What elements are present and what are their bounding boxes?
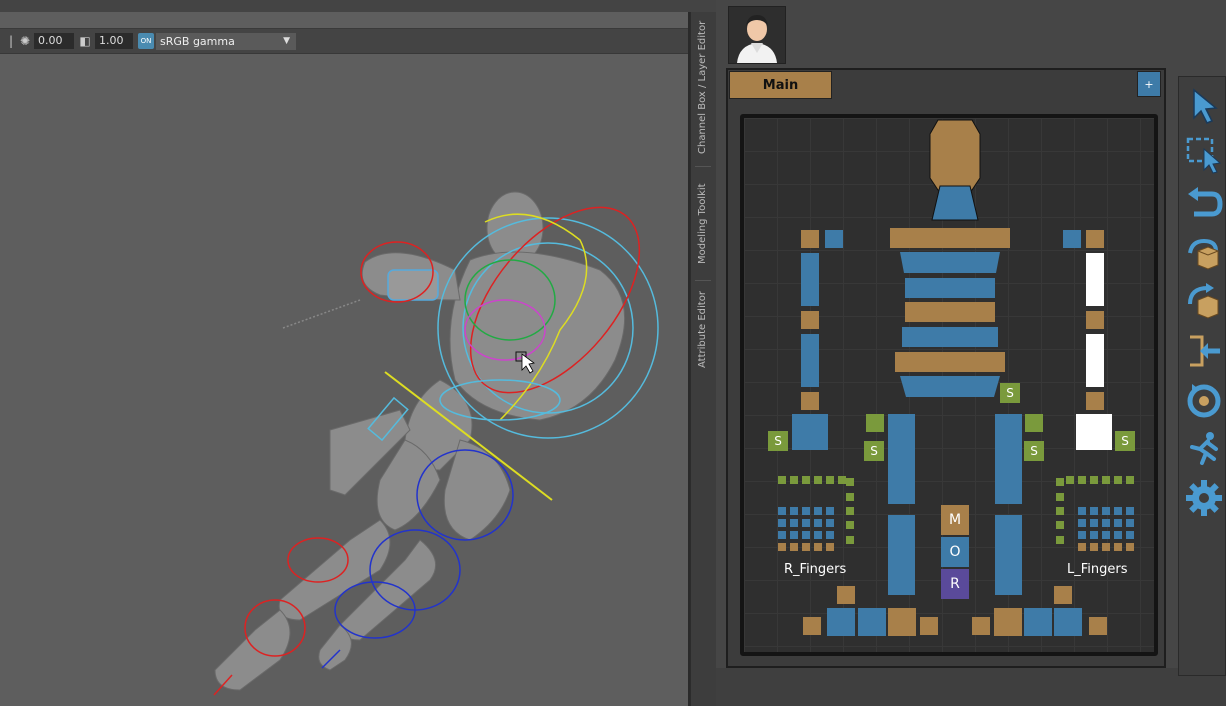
l-wrist-control[interactable]: [1086, 392, 1104, 410]
spine-control-1[interactable]: [898, 252, 1002, 274]
tab-separator: [695, 280, 711, 281]
neck-control: [931, 185, 979, 221]
mirror-button[interactable]: M: [941, 505, 969, 535]
r-hip-control[interactable]: [866, 414, 884, 432]
r-clavicle-control[interactable]: [801, 230, 819, 248]
r-toe-tip-control[interactable]: [920, 617, 938, 635]
tab-separator: [695, 166, 711, 167]
chevron-down-icon: ▼: [283, 36, 290, 46]
reset-button[interactable]: R: [941, 569, 969, 599]
r-ball-control[interactable]: [858, 608, 886, 636]
head-control: [929, 119, 981, 191]
avatar: [729, 7, 785, 63]
spine-switch-s[interactable]: S: [1000, 383, 1020, 403]
r-shoulder-ik-control[interactable]: [825, 230, 843, 248]
3d-viewport[interactable]: [0, 0, 690, 706]
chest-control[interactable]: [890, 228, 1010, 248]
l-hip-control[interactable]: [1025, 414, 1043, 432]
color-space-value: sRGB gamma: [160, 35, 235, 48]
character-avatar-button[interactable]: [728, 6, 786, 64]
spine-control-3[interactable]: [905, 302, 995, 322]
r-wrist-control[interactable]: [801, 392, 819, 410]
gamma-icon[interactable]: ◧: [78, 34, 92, 48]
r-upperarm-control[interactable]: [801, 253, 819, 306]
l-toe-tip-control[interactable]: [972, 617, 990, 635]
toolbar-separator-icon: |: [8, 34, 14, 48]
l-fingers-label: L_Fingers: [1067, 562, 1128, 577]
r-forearm-control[interactable]: [801, 334, 819, 387]
l-arm-switch-s[interactable]: S: [1115, 431, 1135, 451]
l-elbow-control[interactable]: [1086, 311, 1104, 329]
spine-control-2[interactable]: [905, 278, 995, 298]
tab-channel-box[interactable]: Channel Box / Layer Editor: [691, 14, 715, 160]
root-control[interactable]: [900, 376, 1000, 398]
save-pose-icon[interactable]: [1184, 282, 1224, 322]
tab-main[interactable]: Main: [729, 71, 832, 99]
exposure-field[interactable]: 0.00: [34, 33, 74, 49]
head-neck-controls: [929, 119, 981, 221]
tab-modeling-toolkit[interactable]: Modeling Toolkit: [691, 174, 715, 274]
animation-icon[interactable]: [1184, 429, 1224, 469]
add-tab-button[interactable]: +: [1137, 71, 1161, 97]
l-foot-roll-control[interactable]: [1054, 586, 1072, 604]
l-clavicle-control[interactable]: [1086, 230, 1104, 248]
l-shoulder-ik-control[interactable]: [1063, 230, 1081, 248]
r-toe-control[interactable]: [888, 608, 916, 636]
l-hand-control[interactable]: [1076, 414, 1112, 450]
orient-button[interactable]: O: [941, 537, 969, 567]
r-elbow-control[interactable]: [801, 311, 819, 329]
l-ball-control[interactable]: [1024, 608, 1052, 636]
color-management-toggle[interactable]: ON: [138, 33, 154, 49]
viewport-panel-header: [0, 0, 690, 12]
r-foot-control[interactable]: [827, 608, 855, 636]
l-foot-control[interactable]: [1054, 608, 1082, 636]
marquee-select-icon[interactable]: [1184, 135, 1224, 175]
r-foot-roll-control[interactable]: [837, 586, 855, 604]
l-upperarm-control[interactable]: [1086, 253, 1104, 306]
character-rig-render[interactable]: [0, 52, 688, 706]
l-thigh-control[interactable]: [995, 414, 1022, 504]
exposure-icon[interactable]: ✺: [18, 34, 32, 48]
undo-icon[interactable]: [1184, 184, 1224, 224]
r-thigh-control[interactable]: [888, 414, 915, 504]
r-hand-control[interactable]: [792, 414, 828, 450]
tab-attribute-editor[interactable]: Attribute Editor: [691, 284, 715, 376]
r-fingers-grid[interactable]: [776, 474, 860, 560]
spine-control-4[interactable]: [902, 327, 998, 347]
select-arrow-icon[interactable]: [1184, 86, 1224, 126]
r-shin-control[interactable]: [888, 515, 915, 595]
gamma-field[interactable]: 1.00: [95, 33, 133, 49]
r-leg-switch-s[interactable]: S: [864, 441, 884, 461]
reset-icon[interactable]: [1184, 380, 1224, 420]
l-leg-switch-s[interactable]: S: [1024, 441, 1044, 461]
l-fingers-grid[interactable]: [1054, 474, 1138, 560]
l-toe-control[interactable]: [994, 608, 1022, 636]
r-heel-control[interactable]: [803, 617, 821, 635]
settings-gear-icon[interactable]: [1184, 478, 1224, 518]
r-fingers-label: R_Fingers: [784, 562, 847, 577]
side-tab-strip: Channel Box / Layer Editor Modeling Tool…: [690, 12, 717, 706]
mirror-pose-icon[interactable]: [1184, 331, 1224, 371]
l-heel-control[interactable]: [1089, 617, 1107, 635]
load-pose-icon[interactable]: [1184, 233, 1224, 273]
l-shin-control[interactable]: [995, 515, 1022, 595]
viewport-toolbar: | ✺ 0.00 ◧ 1.00 ON sRGB gamma ▼: [0, 28, 690, 54]
color-space-select[interactable]: sRGB gamma ▼: [156, 33, 296, 50]
picker-status-strip: [716, 668, 1226, 706]
hips-control[interactable]: [895, 352, 1005, 372]
r-arm-switch-s[interactable]: S: [768, 431, 788, 451]
l-forearm-control[interactable]: [1086, 334, 1104, 387]
